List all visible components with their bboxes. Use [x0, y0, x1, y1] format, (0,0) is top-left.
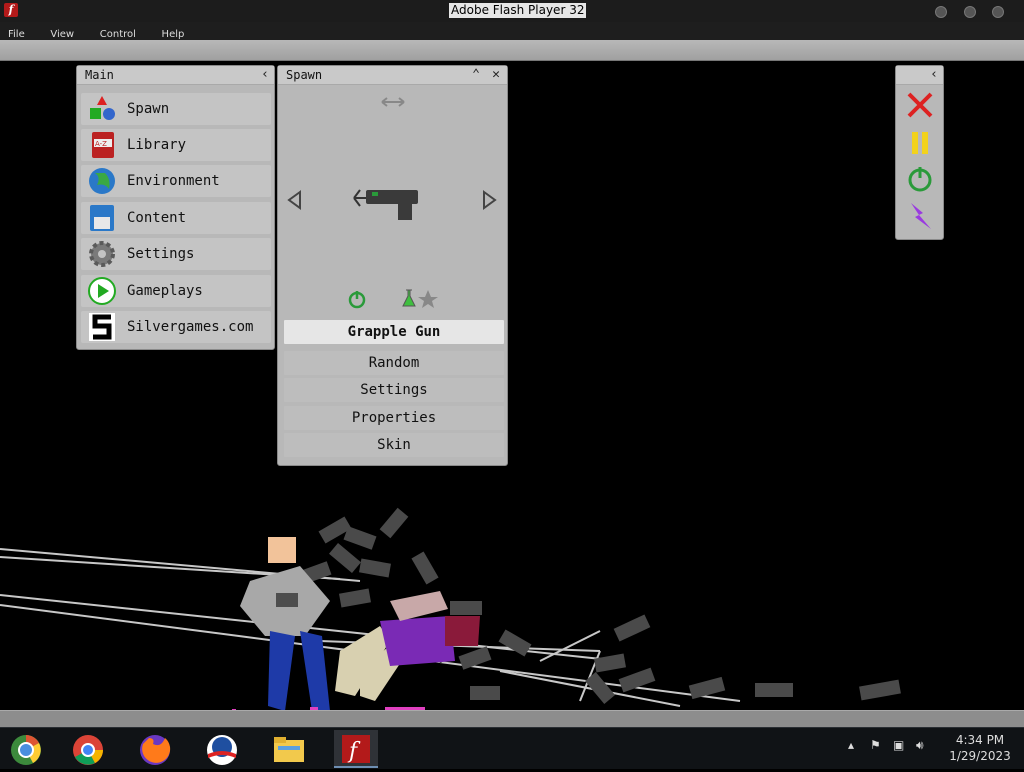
flash-icon: f: [342, 735, 370, 764]
minimize-button[interactable]: [935, 6, 947, 18]
taskbar-chrome-old[interactable]: [6, 730, 46, 768]
chevron-up-icon[interactable]: ⌃: [467, 66, 485, 84]
power-toggle-icon[interactable]: [347, 289, 367, 309]
menu-file[interactable]: File: [8, 26, 25, 40]
menu-control[interactable]: Control: [100, 26, 136, 40]
flash-app-icon: f: [4, 3, 18, 17]
campaign-logo-icon: [207, 735, 237, 765]
grapple-gun-preview: [353, 189, 418, 220]
main-item-gameplays[interactable]: Gameplays: [81, 275, 271, 307]
spawn-panel-header: Spawn ⌃ ✕: [278, 66, 507, 85]
clear-button[interactable]: [896, 90, 943, 126]
collapse-main-panel-button[interactable]: ‹: [256, 66, 274, 84]
main-item-label: Silvergames.com: [127, 319, 254, 335]
main-item-label: Settings: [127, 246, 195, 262]
orientation-arrows-icon: [381, 97, 405, 107]
system-clock[interactable]: 4:34 PM 1/29/2023: [944, 732, 1016, 764]
chrome-old-icon: [11, 735, 41, 765]
clock-date: 1/29/2023: [949, 749, 1011, 763]
floppy-disk-icon: [90, 205, 114, 231]
flag-icon[interactable]: ⚑: [870, 738, 881, 752]
reset-button[interactable]: [896, 164, 943, 200]
silvergames-logo-icon: [89, 313, 115, 341]
taskbar-flash-player[interactable]: f: [334, 730, 378, 768]
taskbar-campaign-app[interactable]: [202, 730, 242, 768]
main-item-spawn[interactable]: Spawn: [81, 93, 271, 125]
spawn-shapes-icon: [90, 96, 115, 120]
control-panel: ‹: [895, 65, 944, 240]
library-book-icon: A-Z: [92, 132, 114, 158]
main-item-label: Spawn: [127, 101, 170, 117]
pause-button[interactable]: [896, 128, 943, 164]
flask-star-icon[interactable]: [400, 288, 440, 310]
lightning-button[interactable]: [896, 201, 943, 237]
power-icon: [908, 167, 931, 192]
show-hidden-icons-button[interactable]: ▴: [848, 738, 854, 752]
pause-icon: [911, 132, 928, 154]
collapse-control-panel-button[interactable]: ‹: [925, 66, 943, 84]
skin-button[interactable]: Skin: [284, 433, 504, 457]
main-panel-header: Main ‹: [77, 66, 274, 85]
main-item-library[interactable]: A-Z Library: [81, 129, 271, 161]
title-bar: f Adobe Flash Player 32: [0, 0, 1024, 23]
main-item-label: Gameplays: [127, 283, 203, 299]
main-panel-title: Main: [85, 68, 114, 82]
taskbar-firefox[interactable]: [135, 730, 175, 768]
close-window-button[interactable]: [992, 6, 1004, 18]
window-title: Adobe Flash Player 32: [449, 3, 587, 18]
red-x-icon: [907, 92, 932, 118]
network-icon[interactable]: ▣: [893, 738, 904, 752]
main-item-environment[interactable]: Environment: [81, 165, 271, 197]
main-item-settings[interactable]: Settings: [81, 238, 271, 270]
spawn-panel-title: Spawn: [286, 68, 323, 82]
menu-bar: File View Control Help: [0, 22, 1024, 40]
main-item-label: Library: [127, 137, 187, 153]
random-button[interactable]: Random: [284, 351, 504, 375]
ground-floor: [0, 710, 1024, 728]
properties-button[interactable]: Properties: [284, 406, 504, 430]
main-item-label: Environment: [127, 173, 220, 189]
taskbar: f ▴ ⚑ ▣ 🔊︎ 4:34 PM 1/29/2023: [0, 727, 1024, 769]
game-top-bar: [0, 40, 1024, 61]
volume-icon[interactable]: 🔊︎: [916, 738, 924, 753]
clock-time: 4:34 PM: [955, 733, 1005, 747]
taskbar-chrome[interactable]: [68, 730, 108, 768]
main-panel: Main ‹ Spawn A-Z Library Environment Con…: [76, 65, 275, 350]
globe-icon: [89, 168, 115, 194]
menu-view[interactable]: View: [50, 26, 74, 40]
svg-text:A-Z: A-Z: [95, 140, 107, 148]
spawn-settings-button[interactable]: Settings: [284, 378, 504, 402]
lightning-icon: [910, 203, 931, 229]
next-item-button[interactable]: [482, 190, 498, 210]
menu-help[interactable]: Help: [162, 26, 185, 40]
close-spawn-panel-button[interactable]: ✕: [487, 66, 505, 84]
play-icon: [88, 277, 116, 305]
selected-item-grapple-gun[interactable]: Grapple Gun: [284, 320, 504, 344]
control-panel-header: ‹: [896, 66, 943, 85]
main-item-label: Content: [127, 210, 187, 226]
chrome-icon: [73, 735, 103, 765]
previous-item-button[interactable]: [286, 190, 302, 210]
gear-icon: [89, 241, 115, 267]
firefox-icon: [140, 735, 171, 765]
taskbar-file-explorer[interactable]: [269, 730, 309, 768]
main-item-content[interactable]: Content: [81, 202, 271, 234]
maximize-button[interactable]: [964, 6, 976, 18]
spawn-panel: Spawn ⌃ ✕ Grapple Gun Random Settings Pr…: [277, 65, 508, 466]
folder-icon: [274, 737, 304, 762]
main-item-silvergames[interactable]: Silvergames.com: [81, 311, 271, 343]
